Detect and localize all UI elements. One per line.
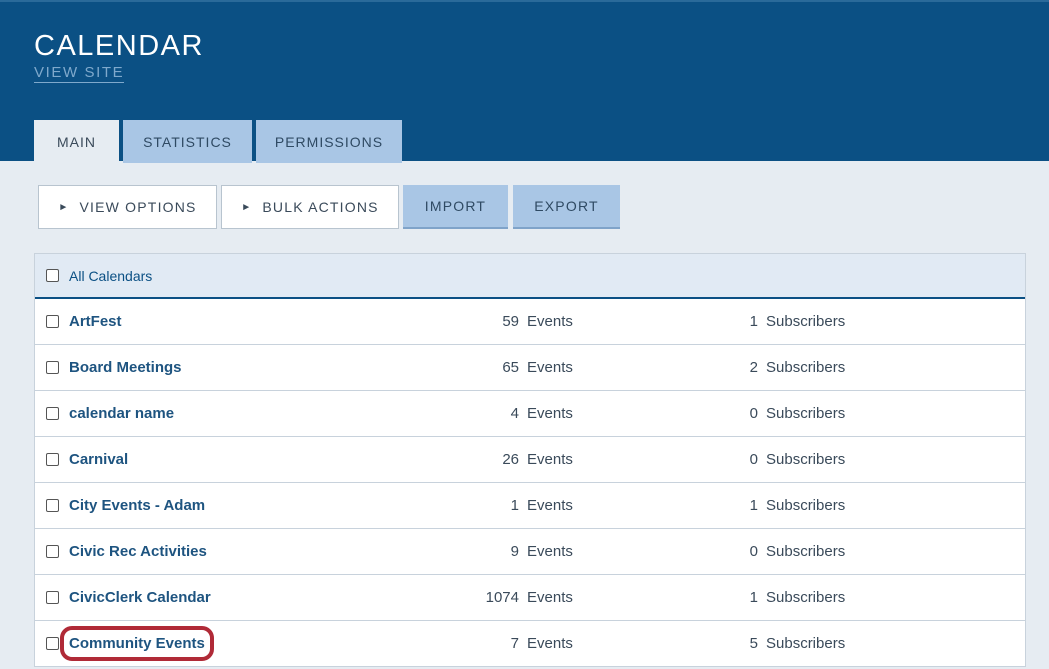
page-title: CALENDAR [34,30,204,62]
page-header: CALENDAR VIEW SITE MAIN STATISTICS PERMI… [0,0,1049,163]
select-all-checkbox[interactable] [46,269,59,282]
table-header: All Calendars [35,254,1025,299]
events-count: 7 [510,635,519,652]
tab-permissions[interactable]: PERMISSIONS [256,120,402,163]
row-checkbox[interactable] [46,407,59,420]
view-site-link[interactable]: VIEW SITE [34,64,125,83]
events-label: Events [527,359,573,376]
expand-triangle-icon: ► [58,201,70,213]
tab-main[interactable]: MAIN [34,120,119,163]
import-button[interactable]: IMPORT [403,185,508,229]
subscribers-count: 0 [749,451,758,468]
events-label: Events [527,313,573,330]
table-row: ArtFest 59 Events 1 Subscribers [35,299,1025,345]
row-checkbox[interactable] [46,315,59,328]
subscribers-label: Subscribers [766,313,846,330]
calendar-name-link[interactable]: Board Meetings [69,359,182,376]
calendar-name-link[interactable]: Civic Rec Activities [69,543,207,560]
events-label: Events [527,497,573,514]
events-count: 59 [502,313,519,330]
events-count: 9 [510,543,519,560]
expand-triangle-icon: ► [241,201,253,213]
subscribers-count: 0 [749,405,758,422]
events-label: Events [527,589,573,606]
events-count: 65 [502,359,519,376]
subscribers-label: Subscribers [766,451,846,468]
row-checkbox[interactable] [46,591,59,604]
row-checkbox[interactable] [46,361,59,374]
subscribers-label: Subscribers [766,543,846,560]
table-row: Community Events 7 Events 5 Subscribers [35,621,1025,667]
table-row: Board Meetings 65 Events 2 Subscribers [35,345,1025,391]
subscribers-label: Subscribers [766,635,846,652]
bulk-actions-label: BULK ACTIONS [262,199,379,215]
subscribers-label: Subscribers [766,589,846,606]
calendars-table: All Calendars ArtFest 59 Events 1 Subscr… [34,253,1026,667]
subscribers-count: 1 [749,497,758,514]
view-options-button[interactable]: ► VIEW OPTIONS [38,185,217,229]
calendar-name-link-highlighted[interactable]: Community Events [60,626,214,661]
row-checkbox[interactable] [46,637,59,650]
events-count: 4 [510,405,519,422]
tab-statistics[interactable]: STATISTICS [123,120,252,163]
export-button[interactable]: EXPORT [513,185,620,229]
row-checkbox[interactable] [46,453,59,466]
bulk-actions-button[interactable]: ► BULK ACTIONS [221,185,399,229]
subscribers-count: 0 [749,543,758,560]
subscribers-count: 1 [749,313,758,330]
all-calendars-label: All Calendars [69,267,153,284]
subscribers-count: 1 [749,589,758,606]
subscribers-count: 2 [749,359,758,376]
events-label: Events [527,451,573,468]
view-options-label: VIEW OPTIONS [79,199,197,215]
events-count: 26 [502,451,519,468]
events-count: 1074 [485,589,519,606]
subscribers-label: Subscribers [766,497,846,514]
events-count: 1 [510,497,519,514]
calendar-name-link[interactable]: CivicClerk Calendar [69,589,211,606]
row-checkbox[interactable] [46,499,59,512]
row-checkbox[interactable] [46,545,59,558]
subscribers-label: Subscribers [766,359,846,376]
events-label: Events [527,635,573,652]
subscribers-label: Subscribers [766,405,846,422]
calendar-name-link[interactable]: calendar name [69,405,174,422]
events-label: Events [527,543,573,560]
table-row: calendar name 4 Events 0 Subscribers [35,391,1025,437]
table-row: Carnival 26 Events 0 Subscribers [35,437,1025,483]
calendar-name-link[interactable]: ArtFest [69,313,122,330]
table-row: Civic Rec Activities 9 Events 0 Subscrib… [35,529,1025,575]
table-row: City Events - Adam 1 Events 1 Subscriber… [35,483,1025,529]
calendar-name-link[interactable]: Carnival [69,451,128,468]
subscribers-count: 5 [749,635,758,652]
events-label: Events [527,405,573,422]
calendar-name-link[interactable]: City Events - Adam [69,497,205,514]
table-row: CivicClerk Calendar 1074 Events 1 Subscr… [35,575,1025,621]
